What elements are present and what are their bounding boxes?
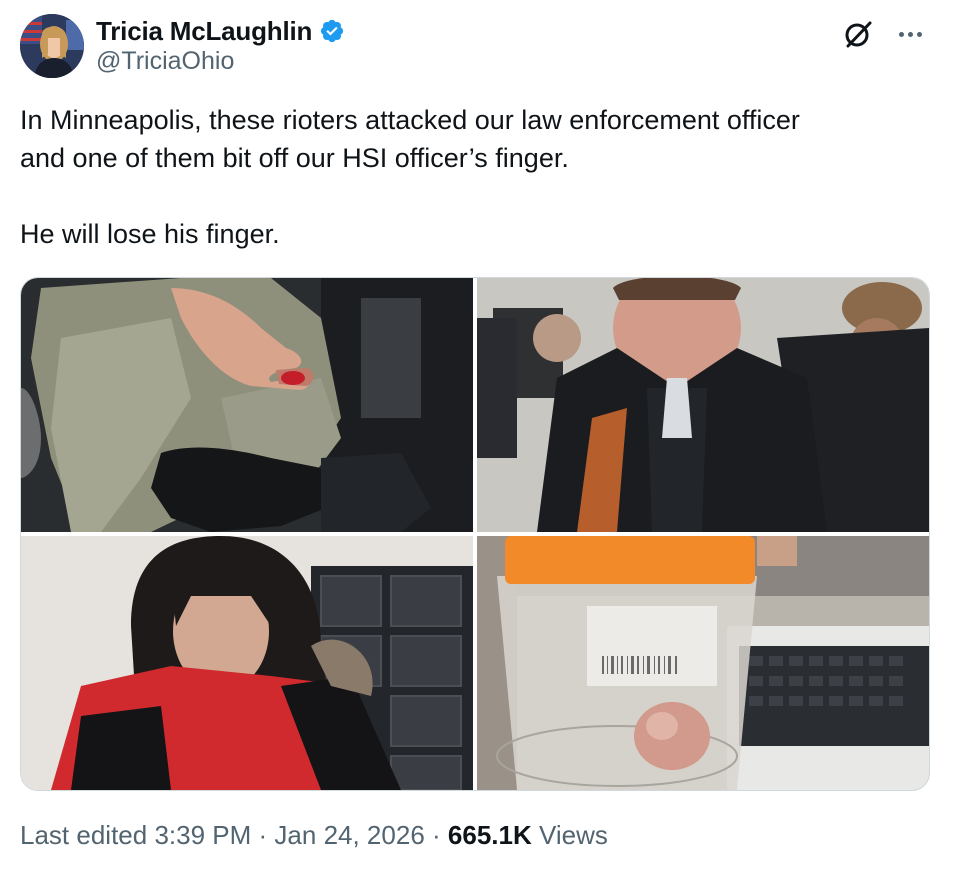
views-label: Views <box>539 820 608 850</box>
more-dot <box>898 31 904 37</box>
avatar[interactable] <box>20 14 84 78</box>
tweet-date[interactable]: Jan 24, 2026 <box>274 820 424 850</box>
more-dot <box>916 31 922 37</box>
separator: · <box>258 820 268 850</box>
photo-injured-finger[interactable] <box>21 278 473 532</box>
tweet-time[interactable]: 3:39 PM <box>154 820 251 850</box>
tweet-text-line: He will lose his finger. <box>20 219 280 249</box>
avatar-image <box>20 14 84 78</box>
photo-suspect-red-jacket[interactable] <box>21 536 473 790</box>
tweet-text-line: In Minneapolis, these rioters attacked o… <box>20 105 800 135</box>
media-grid <box>20 277 930 791</box>
more-dot <box>907 31 913 37</box>
more-options-icon[interactable] <box>890 18 930 50</box>
separator: · <box>432 820 441 850</box>
edited-label[interactable]: Last edited <box>20 820 147 850</box>
author-name-row: Tricia McLaughlin <box>96 14 345 48</box>
author-display-name[interactable]: Tricia McLaughlin <box>96 16 312 47</box>
tweet-text-line: and one of them bit off our HSI officer’… <box>20 143 569 173</box>
photo-specimen-cup[interactable] <box>477 536 929 790</box>
author-handle[interactable]: @TriciaOhio <box>96 47 234 76</box>
views-count: 665.1K <box>447 820 532 850</box>
tweet-text: In Minneapolis, these rioters attacked o… <box>20 101 930 253</box>
tweet-meta: Last edited 3:39 PM · Jan 24, 2026 · 665… <box>20 820 608 851</box>
photo-suspect-puffer-jacket[interactable] <box>477 278 929 532</box>
verified-badge-icon[interactable] <box>319 18 345 44</box>
grok-icon[interactable] <box>842 18 874 50</box>
